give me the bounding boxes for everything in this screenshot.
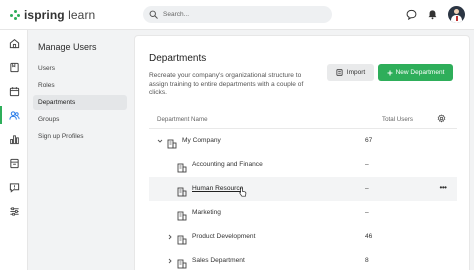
bell-icon[interactable]	[425, 7, 440, 22]
chevron-right-icon[interactable]	[166, 233, 173, 240]
import-icon	[336, 69, 343, 76]
department-total: 8	[365, 257, 369, 264]
table-row[interactable]: Accounting and Finance –	[149, 153, 457, 177]
page-title: Departments	[149, 53, 207, 64]
department-total: –	[365, 209, 369, 216]
subnav-item-signup-profiles[interactable]: Sign up Profiles	[33, 129, 127, 144]
chevron-down-icon[interactable]	[156, 137, 163, 144]
plus-icon	[387, 70, 393, 75]
top-bar: ispring learn	[0, 0, 474, 30]
courses-icon[interactable]	[0, 55, 28, 79]
avatar[interactable]	[448, 6, 465, 23]
search-box[interactable]	[143, 6, 332, 23]
department-name[interactable]: Accounting and Finance	[192, 161, 263, 168]
logo-icon	[10, 10, 20, 20]
department-name[interactable]: Sales Department	[192, 257, 245, 264]
calendar-icon[interactable]	[0, 79, 28, 103]
department-name[interactable]: Human Resource	[192, 185, 243, 192]
search-input[interactable]	[163, 11, 323, 18]
home-icon[interactable]	[0, 31, 28, 55]
library-icon[interactable]	[0, 151, 28, 175]
column-header-name[interactable]: Department Name	[157, 116, 208, 123]
users-icon[interactable]	[0, 103, 28, 127]
table-row[interactable]: Product Development 46	[149, 225, 457, 249]
page-description: Recreate your company's organizational s…	[149, 72, 304, 97]
department-icon	[177, 160, 187, 173]
chevron-right-icon[interactable]	[166, 257, 173, 264]
logo[interactable]: ispring learn	[10, 8, 95, 22]
department-total: 67	[365, 137, 373, 144]
department-icon	[177, 232, 187, 245]
subnav-title: Manage Users	[38, 42, 97, 52]
reports-icon[interactable]	[0, 127, 28, 151]
table-row[interactable]: Marketing –	[149, 201, 457, 225]
subnav-item-departments[interactable]: Departments	[33, 95, 127, 110]
pointer-cursor-icon	[239, 187, 247, 197]
table-row[interactable]: Sales Department 8	[149, 249, 457, 270]
department-total: 46	[365, 233, 373, 240]
new-department-label: New Department	[395, 69, 445, 76]
department-icon	[167, 136, 177, 149]
settings-sliders-icon[interactable]	[0, 199, 28, 223]
department-name[interactable]: Marketing	[192, 209, 221, 216]
import-label: Import	[346, 69, 366, 76]
department-icon	[177, 256, 187, 269]
column-header-total[interactable]: Total Users	[382, 116, 413, 123]
subnav-item-roles[interactable]: Roles	[33, 78, 127, 93]
subnav-item-users[interactable]: Users	[33, 61, 127, 76]
feedback-icon[interactable]	[0, 175, 28, 199]
table-row[interactable]: My Company 67	[149, 129, 457, 153]
logo-text: ispring learn	[24, 8, 96, 22]
import-button[interactable]: Import	[327, 64, 374, 81]
manage-users-nav: Manage Users Users Roles Departments Gro…	[28, 30, 131, 270]
department-total: –	[365, 161, 369, 168]
table-row[interactable]: Human Resource – •••	[149, 177, 457, 201]
more-options-icon[interactable]: •••	[437, 183, 449, 195]
department-icon	[177, 184, 187, 197]
main-area: Departments Recreate your company's orga…	[131, 30, 474, 270]
icon-rail	[0, 30, 28, 270]
departments-card: Departments Recreate your company's orga…	[134, 35, 470, 270]
gear-icon[interactable]	[435, 112, 447, 124]
department-total: –	[365, 185, 369, 192]
search-icon	[149, 10, 158, 19]
department-name[interactable]: Product Development	[192, 233, 255, 240]
department-icon	[177, 208, 187, 221]
chat-icon[interactable]	[404, 7, 419, 22]
subnav-item-groups[interactable]: Groups	[33, 112, 127, 127]
department-name[interactable]: My Company	[182, 137, 221, 144]
new-department-button[interactable]: New Department	[378, 64, 453, 81]
